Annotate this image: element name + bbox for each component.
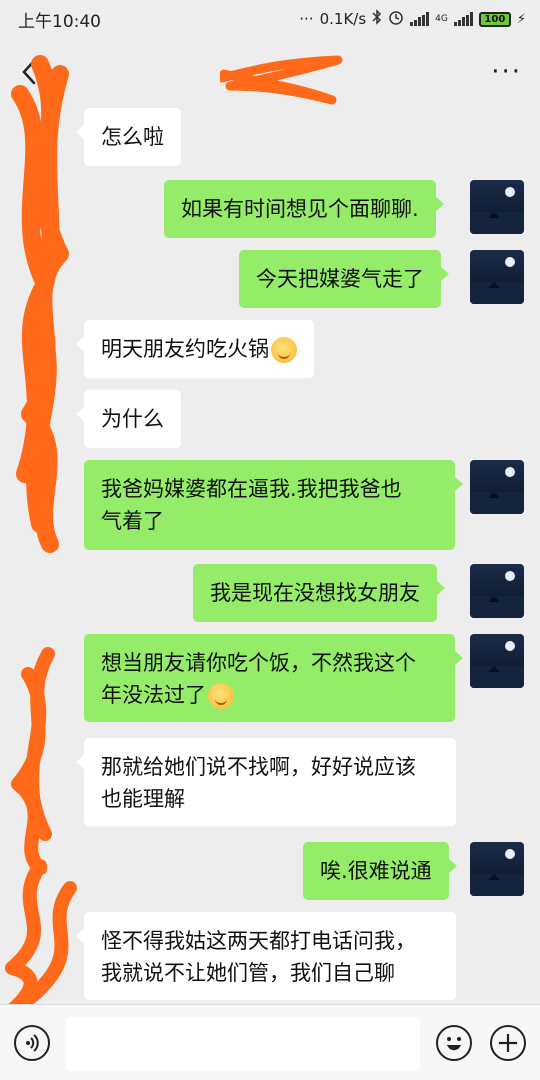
plus-icon[interactable]	[490, 1025, 526, 1061]
redacted-contact-avatar	[11, 647, 55, 874]
message-text-line: 气着了	[101, 509, 164, 533]
message-input-bar	[0, 1004, 540, 1080]
message-text: 为什么	[101, 407, 164, 431]
smiling-face-emoji-icon	[271, 337, 297, 363]
message-text-line: 年没法过了	[101, 683, 206, 707]
network-speed: 0.1K/s	[319, 10, 367, 28]
message-bubble-incoming[interactable]: 为什么	[76, 390, 181, 448]
pleading-face-emoji-icon	[208, 683, 234, 709]
message-text: 唉.很难说通	[320, 859, 432, 883]
message-bubble-incoming[interactable]: 怎么啦	[76, 108, 181, 166]
my-avatar[interactable]	[470, 634, 524, 688]
message-text-line: 我就说不让她们管，我们自己聊	[101, 961, 395, 985]
message-input[interactable]	[66, 1017, 420, 1071]
message-text: 如果有时间想见个面聊聊.	[181, 197, 419, 221]
chat-message-list[interactable]: 怎么啦 如果有时间想见个面聊聊. 今天把媒婆气走了 明天朋友约吃火锅 为什么 我…	[0, 55, 540, 1018]
message-text-line: 那就给她们说不找啊，好好说应该	[101, 755, 416, 779]
charging-icon: ⚡	[516, 11, 526, 27]
message-text: 今天把媒婆气走了	[256, 267, 424, 291]
message-bubble-incoming[interactable]: 怪不得我姑这两天都打电话问我， 我就说不让她们管，我们自己聊	[76, 912, 456, 1000]
message-text: 明天朋友约吃火锅	[101, 337, 269, 361]
bluetooth-icon	[372, 9, 382, 29]
message-text-line: 想当朋友请你吃个饭，不然我这个	[101, 651, 416, 675]
message-text: 我是现在没想找女朋友	[210, 581, 420, 605]
signal-icon-2	[453, 12, 473, 26]
signal-icon	[410, 12, 430, 26]
my-avatar[interactable]	[470, 180, 524, 234]
my-avatar[interactable]	[470, 460, 524, 514]
my-avatar[interactable]	[470, 250, 524, 304]
chat-header: ···	[0, 40, 540, 105]
message-bubble-outgoing[interactable]: 想当朋友请你吃个饭，不然我这个 年没法过了	[84, 634, 463, 722]
status-bar: 上午10:40 ··· 0.1K/s 4G 100 ⚡	[0, 0, 540, 38]
more-dots-icon[interactable]: ···	[491, 59, 522, 85]
message-bubble-outgoing[interactable]: 我是现在没想找女朋友	[193, 564, 445, 622]
alarm-icon	[388, 9, 404, 29]
back-arrow-icon[interactable]	[18, 57, 42, 87]
redacted-contact-name	[220, 55, 343, 105]
message-text: 怎么啦	[101, 125, 164, 149]
emoji-icon[interactable]	[436, 1025, 472, 1061]
network-type-label: 4G	[435, 13, 448, 24]
message-text-line: 也能理解	[101, 787, 185, 811]
notification-dots: ···	[299, 10, 314, 28]
message-text-line: 我爸妈媒婆都在逼我.我把我爸也	[101, 477, 402, 501]
message-bubble-outgoing[interactable]: 如果有时间想见个面聊聊.	[164, 180, 444, 238]
message-bubble-outgoing[interactable]: 我爸妈媒婆都在逼我.我把我爸也 气着了	[84, 460, 463, 550]
status-time: 上午10:40	[18, 11, 101, 32]
message-bubble-incoming[interactable]: 明天朋友约吃火锅	[76, 320, 314, 378]
status-icons: ··· 0.1K/s 4G 100 ⚡	[299, 9, 526, 29]
voice-icon[interactable]	[14, 1025, 50, 1061]
battery-icon: 100	[478, 11, 511, 27]
my-avatar[interactable]	[470, 842, 524, 896]
message-bubble-incoming[interactable]: 那就给她们说不找啊，好好说应该 也能理解	[76, 738, 456, 826]
message-bubble-outgoing[interactable]: 唉.很难说通	[303, 842, 457, 900]
my-avatar[interactable]	[470, 564, 524, 618]
message-text-line: 怪不得我姑这两天都打电话问我，	[101, 929, 416, 953]
message-bubble-outgoing[interactable]: 今天把媒婆气走了	[239, 250, 449, 308]
